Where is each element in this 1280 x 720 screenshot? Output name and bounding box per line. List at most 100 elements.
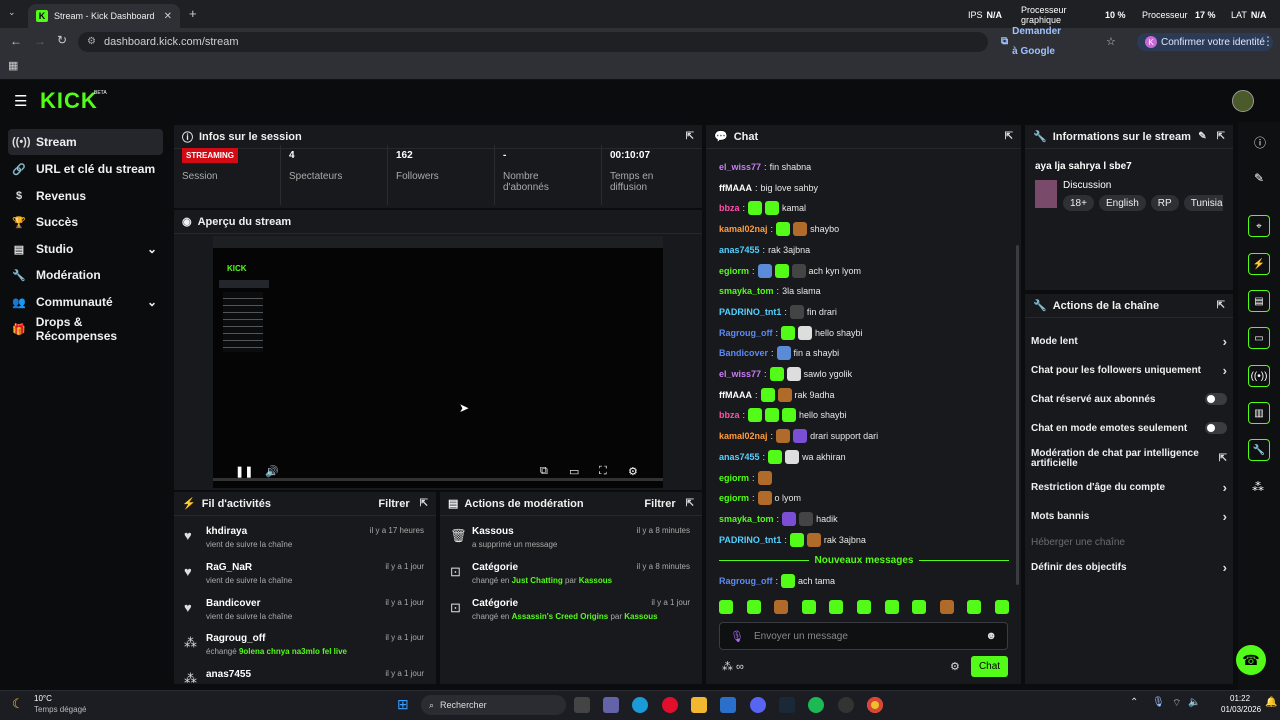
- action-slow-mode[interactable]: Mode lent ›: [1031, 330, 1227, 352]
- taskbar-search[interactable]: ⌕ Rechercher: [421, 695, 566, 715]
- settings-gear-icon[interactable]: ⚙: [628, 465, 638, 478]
- rail-quick-action-button[interactable]: ⚡: [1248, 253, 1270, 275]
- task-view-icon[interactable]: [574, 697, 590, 713]
- action-followers-only[interactable]: Chat pour les followers uniquement ›: [1031, 359, 1227, 381]
- new-tab-icon[interactable]: +: [189, 6, 197, 21]
- theater-icon[interactable]: ▭: [569, 465, 579, 478]
- sidebar-item-stream[interactable]: ((•)) Stream: [8, 129, 163, 155]
- tray-chevron-up-icon[interactable]: ⌃: [1130, 697, 1138, 708]
- emote-icon[interactable]: [994, 600, 1009, 614]
- emote-icon[interactable]: [884, 600, 899, 614]
- browser-menu-icon[interactable]: ⋮: [1262, 34, 1274, 48]
- popout-icon[interactable]: ⇱: [420, 498, 428, 509]
- volume-icon[interactable]: 🔈: [1188, 697, 1200, 708]
- chat-username[interactable]: el_wiss77: [719, 162, 761, 172]
- emote-icon[interactable]: [746, 600, 761, 614]
- tag-chip[interactable]: English: [1098, 195, 1146, 211]
- kick-logo[interactable]: KICK: [40, 88, 98, 114]
- sidebar-item-stream-url[interactable]: 🔗 URL et clé du stream: [8, 156, 163, 182]
- subscribers-only-toggle[interactable]: [1205, 393, 1227, 405]
- emote-icon[interactable]: [939, 600, 954, 614]
- confirm-identity-button[interactable]: K Confirmer votre identité: [1137, 33, 1273, 51]
- microphone-icon[interactable]: 🎙: [730, 630, 744, 643]
- forward-icon[interactable]: →: [34, 34, 46, 48]
- chat-username[interactable]: smayka_tom: [719, 286, 774, 296]
- sidebar-item-community[interactable]: 👥 Communauté ⌄: [8, 289, 163, 315]
- emoji-picker-icon[interactable]: ☻: [985, 630, 997, 642]
- rail-chat-button[interactable]: ▭: [1248, 327, 1270, 349]
- tag-chip[interactable]: 18+: [1063, 195, 1094, 211]
- emote-icon[interactable]: [829, 600, 844, 614]
- store-icon[interactable]: [720, 697, 736, 713]
- emote-icon[interactable]: [912, 600, 927, 614]
- chat-username[interactable]: kamal02naj: [719, 431, 768, 441]
- chat-username[interactable]: ffMAAA: [719, 183, 752, 193]
- chat-settings-icon[interactable]: ⚙: [950, 660, 960, 673]
- browser-tab[interactable]: K Stream - Kick Dashboard ✕: [28, 4, 180, 28]
- chat-username[interactable]: bbza: [719, 410, 740, 420]
- rail-broadcast-button[interactable]: ((•)): [1248, 365, 1270, 387]
- chat-username[interactable]: el_wiss77: [719, 369, 761, 379]
- pip-icon[interactable]: ⧉: [540, 465, 548, 478]
- notifications-icon[interactable]: 🔔: [1265, 697, 1277, 708]
- rail-notes-button[interactable]: ▤: [1248, 290, 1270, 312]
- chat-username[interactable]: PADRINO_tnt1: [719, 535, 781, 545]
- tag-chip[interactable]: TunisianGa: [1183, 195, 1223, 211]
- steam-icon[interactable]: [779, 697, 795, 713]
- new-messages-divider[interactable]: Nouveaux messages: [719, 554, 1010, 566]
- rail-layout-button[interactable]: ▥: [1248, 402, 1270, 424]
- fullscreen-icon[interactable]: ⛶: [599, 465, 607, 478]
- support-headset-icon[interactable]: ☎: [1236, 645, 1266, 675]
- reload-icon[interactable]: ↻: [57, 33, 67, 47]
- obs-icon[interactable]: [838, 697, 854, 713]
- emote-icon[interactable]: [967, 600, 982, 614]
- action-ai-moderation[interactable]: Modération de chat par intelligence arti…: [1031, 446, 1227, 472]
- spotify-icon[interactable]: [808, 697, 824, 713]
- tray-mic-icon[interactable]: 🎙: [1152, 697, 1165, 708]
- chat-username[interactable]: bbza: [719, 203, 740, 213]
- emote-icon[interactable]: [801, 600, 816, 614]
- clock-date[interactable]: 01/03/2026: [1221, 705, 1261, 714]
- discord-icon[interactable]: [750, 697, 766, 713]
- chat-username[interactable]: Bandicover: [719, 348, 768, 358]
- action-banned-words[interactable]: Mots bannis ›: [1031, 505, 1227, 527]
- site-info-icon[interactable]: ⚙: [87, 32, 96, 52]
- chat-username[interactable]: kamal02naj: [719, 224, 768, 234]
- chat-input[interactable]: 🎙 Envoyer un message ☻: [719, 622, 1008, 650]
- chrome-icon[interactable]: [867, 697, 883, 713]
- stream-video-player[interactable]: KICK ➤ ❚❚ 🔊 ⧉ ▭ ⛶ ⚙: [213, 236, 663, 488]
- rail-clip-button[interactable]: ⌖: [1248, 215, 1270, 237]
- back-icon[interactable]: ←: [10, 34, 22, 48]
- popout-icon[interactable]: ⇱: [1217, 300, 1225, 311]
- edit-pencil-icon[interactable]: ✎: [1254, 171, 1264, 185]
- send-chat-button[interactable]: Chat: [971, 656, 1008, 677]
- chat-username[interactable]: ffMAAA: [719, 390, 752, 400]
- emote-only-toggle[interactable]: [1205, 422, 1227, 434]
- edit-pencil-icon[interactable]: ✎: [1198, 131, 1206, 142]
- rail-tools-button[interactable]: 🔧: [1248, 439, 1270, 461]
- volume-icon[interactable]: 🔊: [265, 465, 279, 478]
- tab-menu-icon[interactable]: ⌄: [8, 7, 16, 18]
- teams-icon[interactable]: [603, 697, 619, 713]
- chat-username[interactable]: egiorm: [719, 473, 749, 483]
- action-age-restriction[interactable]: Restriction d'âge du compte ›: [1031, 476, 1227, 498]
- chat-username[interactable]: egiorm: [719, 266, 749, 276]
- activity-filter-button[interactable]: Filtrer: [378, 498, 409, 510]
- emote-icon[interactable]: [719, 600, 733, 614]
- info-icon[interactable]: ⓘ: [1254, 134, 1266, 151]
- url-input[interactable]: ⚙ dashboard.kick.com/stream ⧉ Demander à…: [78, 26, 1116, 57]
- chat-username[interactable]: Ragroug_off: [719, 328, 773, 338]
- chat-username[interactable]: anas7455: [719, 452, 760, 462]
- emote-icon[interactable]: [774, 600, 789, 614]
- action-set-goals[interactable]: Définir des objectifs ›: [1031, 556, 1227, 578]
- tag-chip[interactable]: RP: [1150, 195, 1179, 211]
- points-icon[interactable]: ⁂ ∞: [722, 660, 744, 673]
- file-explorer-icon[interactable]: [691, 697, 707, 713]
- pause-icon[interactable]: ❚❚: [235, 465, 253, 478]
- sidebar-item-achievements[interactable]: 🏆 Succès: [8, 209, 163, 235]
- chat-username[interactable]: smayka_tom: [719, 514, 774, 524]
- clock-time[interactable]: 01:22: [1230, 694, 1250, 703]
- chat-username[interactable]: anas7455: [719, 245, 760, 255]
- close-tab-icon[interactable]: ✕: [164, 11, 172, 22]
- chat-scrollbar[interactable]: [1016, 245, 1019, 585]
